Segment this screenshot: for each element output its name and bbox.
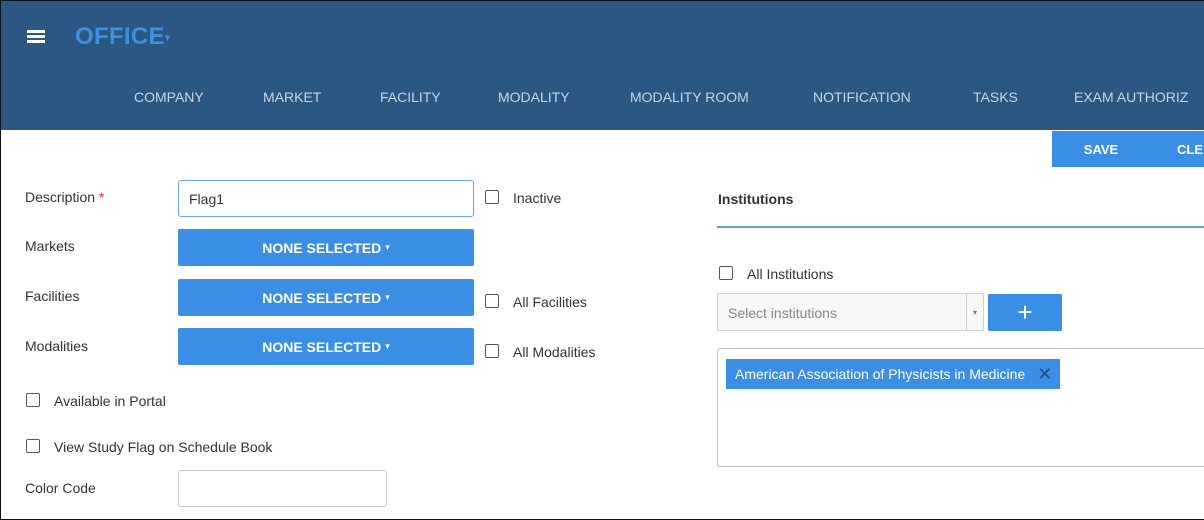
modalities-label: Modalities (25, 338, 89, 354)
nav-item-facility[interactable]: FACILITY (380, 89, 441, 105)
view-study-flag-checkbox[interactable] (26, 439, 40, 453)
modalities-dropdown[interactable]: NONE SELECTED ▾ (178, 328, 474, 365)
view-study-flag-label: View Study Flag on Schedule Book (54, 439, 273, 455)
institution-tag: American Association of Physicists in Me… (726, 359, 1061, 389)
description-label-text: Description (25, 189, 96, 205)
all-facilities-checkbox[interactable] (485, 294, 499, 308)
hamburger-menu-icon[interactable] (27, 30, 45, 43)
all-institutions-checkbox[interactable] (719, 266, 733, 280)
chevron-down-icon: ▾ (385, 242, 390, 252)
plus-icon: + (1017, 297, 1033, 327)
chevron-down-icon: ▾ (164, 32, 171, 45)
remove-tag-icon[interactable]: ✕ (1037, 365, 1052, 383)
institutions-select-placeholder: Select institutions (728, 305, 837, 321)
app-title-dropdown[interactable]: OFFICE▾ (75, 23, 171, 51)
chevron-down-icon: ▾ (385, 341, 390, 351)
available-in-portal-label: Available in Portal (54, 393, 166, 409)
institutions-heading: Institutions (718, 191, 794, 207)
nav-item-modality-room[interactable]: MODALITY ROOM (630, 89, 749, 105)
markets-dropdown[interactable]: NONE SELECTED ▾ (178, 229, 474, 266)
institution-tag-label: American Association of Physicists in Me… (735, 366, 1026, 382)
nav-item-market[interactable]: MARKET (263, 89, 321, 105)
all-facilities-label: All Facilities (513, 294, 587, 310)
required-marker: * (98, 189, 105, 205)
markets-label: Markets (25, 238, 75, 254)
description-input-value: Flag1 (189, 190, 225, 207)
inactive-checkbox[interactable] (485, 190, 499, 204)
facilities-label: Facilities (25, 288, 80, 304)
facilities-dropdown-label: NONE SELECTED (262, 289, 382, 306)
nav-item-tasks[interactable]: TASKS (973, 89, 1018, 105)
add-institution-button[interactable]: + (988, 294, 1062, 331)
color-code-input[interactable] (178, 470, 387, 507)
institutions-select[interactable]: Select institutions ▾ (717, 293, 984, 331)
institutions-divider (717, 226, 1204, 228)
nav-item-modality[interactable]: MODALITY (498, 89, 570, 105)
all-modalities-checkbox[interactable] (485, 344, 499, 358)
save-button[interactable]: SAVE (1052, 131, 1150, 167)
all-modalities-label: All Modalities (513, 344, 596, 360)
selected-institutions-box: American Association of Physicists in Me… (717, 348, 1204, 467)
dropdown-arrow-icon[interactable]: ▾ (966, 294, 983, 330)
modalities-dropdown-label: NONE SELECTED (262, 338, 382, 355)
nav-item-company[interactable]: COMPANY (134, 89, 204, 105)
available-in-portal-checkbox[interactable] (26, 393, 40, 407)
nav-item-exam-authorization[interactable]: EXAM AUTHORIZ (1074, 89, 1188, 105)
top-header: OFFICE▾ COMPANY MARKET FACILITY MODALITY… (0, 0, 1204, 130)
description-label: Description * (25, 189, 104, 205)
color-code-label: Color Code (25, 480, 96, 496)
description-input[interactable]: Flag1 (178, 180, 474, 217)
main-nav: COMPANY MARKET FACILITY MODALITY MODALIT… (1, 89, 1204, 111)
facilities-dropdown[interactable]: NONE SELECTED ▾ (178, 279, 474, 316)
app-title-label: OFFICE (75, 23, 165, 50)
clear-button[interactable]: CLE (1150, 131, 1204, 167)
chevron-down-icon: ▾ (385, 292, 390, 302)
inactive-label: Inactive (513, 190, 562, 206)
all-institutions-label: All Institutions (747, 266, 834, 282)
nav-item-notification[interactable]: NOTIFICATION (813, 89, 911, 105)
markets-dropdown-label: NONE SELECTED (262, 239, 382, 256)
